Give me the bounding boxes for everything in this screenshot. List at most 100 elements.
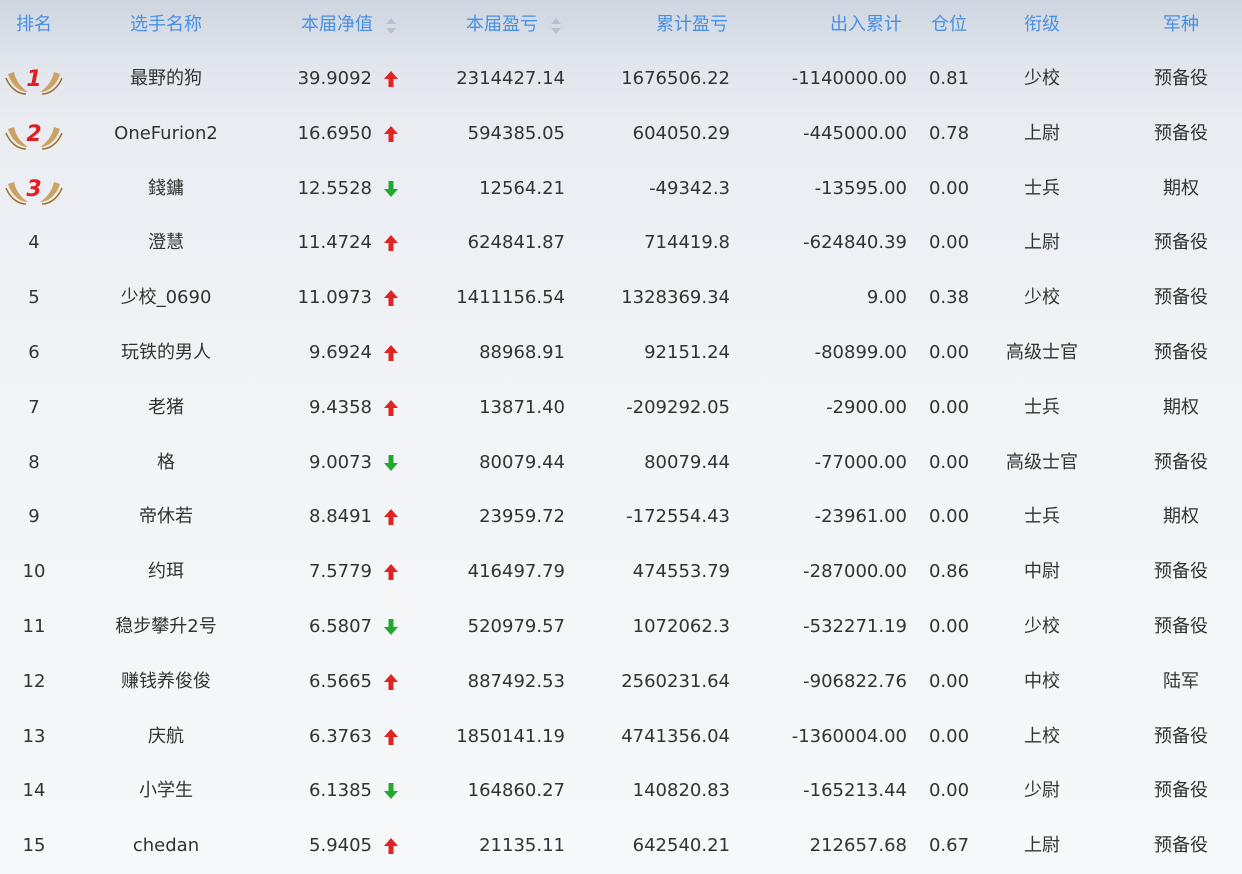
col-header-flow: 出入累计 (830, 14, 902, 35)
flow-value: -165213.44 (803, 780, 907, 802)
player-name[interactable]: 玩铁的男人 (121, 343, 211, 363)
cum-value: 140820.83 (632, 780, 730, 802)
rank-cell: 5 (28, 287, 40, 309)
nav-value: 12.5528 (297, 177, 372, 199)
player-name[interactable]: 稳步攀升2号 (115, 617, 216, 637)
player-name[interactable]: 錢鏞 (148, 178, 184, 199)
col-header-title: 衔级 (1024, 14, 1060, 35)
trend-up-icon (382, 233, 400, 253)
rank-title: 少校 (1024, 68, 1060, 89)
player-name[interactable]: 澄慧 (148, 233, 184, 253)
rank-cell: 13 (22, 725, 46, 747)
svg-text:2: 2 (26, 122, 41, 147)
table-row[interactable]: 5 少校_0690 11.0973 1411156.54 1328369.34 9.00 0… (0, 271, 1242, 326)
pnl-value: 88968.91 (479, 342, 565, 363)
branch-value: 预备役 (1154, 616, 1208, 637)
player-name[interactable]: chedan (133, 836, 199, 856)
rank-cell: 6 (28, 342, 40, 363)
position-value: 0.81 (928, 68, 970, 89)
cum-value: 474553.79 (632, 561, 730, 583)
flow-value: -2900.00 (826, 396, 907, 418)
flow-value: -77000.00 (814, 451, 907, 473)
branch-value: 期权 (1163, 177, 1199, 199)
col-header-pnl[interactable]: 本届盈亏 (466, 15, 538, 35)
player-name[interactable]: 庆航 (148, 726, 184, 747)
nav-value: 9.6924 (309, 342, 372, 363)
table-row[interactable]: 2 OneFurion2 16.6950 594385.05 604050.29 -445… (0, 107, 1242, 162)
player-name[interactable]: 最野的狗 (130, 69, 202, 89)
pnl-value: 80079.44 (479, 451, 565, 473)
table-row[interactable]: 15 chedan 5.9405 21135.11 642540.21 212657.68… (0, 819, 1242, 874)
cum-value: -49342.3 (649, 177, 730, 199)
rank-cell: 12 (22, 670, 46, 692)
pnl-value: 21135.11 (479, 835, 565, 857)
rank-title: 少校 (1024, 287, 1060, 309)
table-row[interactable]: 6 玩铁的男人 9.6924 88968.91 92151.24 -80899.00 0.0… (0, 326, 1242, 381)
cum-value: 4741356.04 (621, 725, 730, 747)
col-header-pos: 仓位 (931, 14, 967, 35)
cum-value: 604050.29 (632, 122, 730, 144)
flow-value: -1140000.00 (791, 68, 907, 89)
position-value: 0.00 (928, 670, 970, 692)
rank-title: 高级士官 (1006, 342, 1078, 363)
nav-value: 8.8491 (309, 506, 372, 528)
position-value: 0.67 (928, 835, 970, 857)
table-row[interactable]: 10 约珥 7.5779 416497.79 474553.79 -287000.00 0.… (0, 545, 1242, 600)
player-name[interactable]: 帝休若 (139, 507, 193, 527)
table-row[interactable]: 8 格 9.0073 80079.44 80079.44 -77000.00 0.00 高级士… (0, 436, 1242, 491)
trend-up-icon (382, 398, 400, 418)
player-name[interactable]: 少校_0690 (121, 288, 212, 308)
player-name[interactable]: 小学生 (139, 781, 193, 801)
table-row[interactable]: 4 澄慧 11.4724 624841.87 714419.8 -624840.39 0.0… (0, 216, 1242, 271)
position-value: 0.00 (928, 342, 970, 363)
nav-value: 39.9092 (297, 68, 372, 89)
branch-value: 陆军 (1163, 670, 1199, 692)
position-value: 0.00 (928, 177, 970, 199)
branch-value: 预备役 (1154, 287, 1208, 309)
nav-value: 9.4358 (309, 396, 372, 418)
pnl-value: 887492.53 (467, 670, 565, 692)
table-row[interactable]: 14 小学生 6.1385 164860.27 140820.83 -165213.44 0… (0, 764, 1242, 819)
col-header-branch: 军种 (1163, 14, 1199, 35)
cum-value: 2560231.64 (621, 670, 730, 692)
nav-value: 6.3763 (309, 725, 372, 747)
player-name[interactable]: 赚钱养俊俊 (121, 671, 211, 692)
player-name[interactable]: 老猪 (148, 397, 184, 418)
flow-value: -13595.00 (814, 177, 907, 199)
branch-value: 期权 (1163, 506, 1199, 528)
branch-value: 预备役 (1154, 232, 1208, 254)
pnl-value: 1411156.54 (456, 287, 565, 309)
svg-text:3: 3 (26, 177, 41, 202)
col-header-nav[interactable]: 本届净值 (301, 15, 373, 35)
table-row[interactable]: 12 赚钱养俊俊 6.5665 887492.53 2560231.64 -906822.… (0, 655, 1242, 710)
sort-nav-icon[interactable] (386, 18, 396, 34)
pnl-value: 23959.72 (479, 506, 565, 528)
table-row[interactable]: 7 老猪 9.4358 13871.40 -209292.05 -2900.00 0.00 士… (0, 381, 1242, 436)
player-name[interactable]: 格 (157, 452, 175, 473)
trend-down-icon (382, 781, 400, 801)
pnl-value: 13871.40 (479, 396, 565, 418)
branch-value: 预备役 (1154, 68, 1208, 89)
player-name[interactable]: OneFurion2 (114, 123, 218, 144)
pnl-value: 520979.57 (467, 616, 565, 637)
flow-value: -80899.00 (814, 342, 907, 363)
table-row[interactable]: 13 庆航 6.3763 1850141.19 4741356.04 -1360004.0… (0, 710, 1242, 765)
flow-value: -445000.00 (803, 122, 907, 144)
rank-title: 少校 (1024, 616, 1060, 637)
rank-cell: 7 (28, 396, 40, 418)
nav-value: 11.4724 (297, 232, 372, 254)
rank-medal-icon: 2 (4, 117, 64, 151)
branch-value: 预备役 (1154, 342, 1208, 363)
sort-pnl-icon[interactable] (551, 18, 561, 34)
table-row[interactable]: 11 稳步攀升2号 6.5807 520979.57 1072062.3 -532271.… (0, 600, 1242, 655)
branch-value: 预备役 (1154, 780, 1208, 802)
pnl-value: 2314427.14 (456, 68, 565, 89)
table-row[interactable]: 3 錢鏞 12.5528 12564.21 -49342.3 -13595.00 0.00 士… (0, 162, 1242, 217)
table-row[interactable]: 9 帝休若 8.8491 23959.72 -172554.43 -23961.00 0.0… (0, 490, 1242, 545)
position-value: 0.86 (928, 561, 970, 583)
position-value: 0.00 (928, 232, 970, 254)
pnl-value: 624841.87 (467, 232, 565, 254)
table-row[interactable]: 1 最野的狗 39.9092 2314427.14 1676506.22 -1140000… (0, 52, 1242, 107)
player-name[interactable]: 约珥 (148, 562, 184, 582)
cum-value: 92151.24 (644, 342, 730, 363)
